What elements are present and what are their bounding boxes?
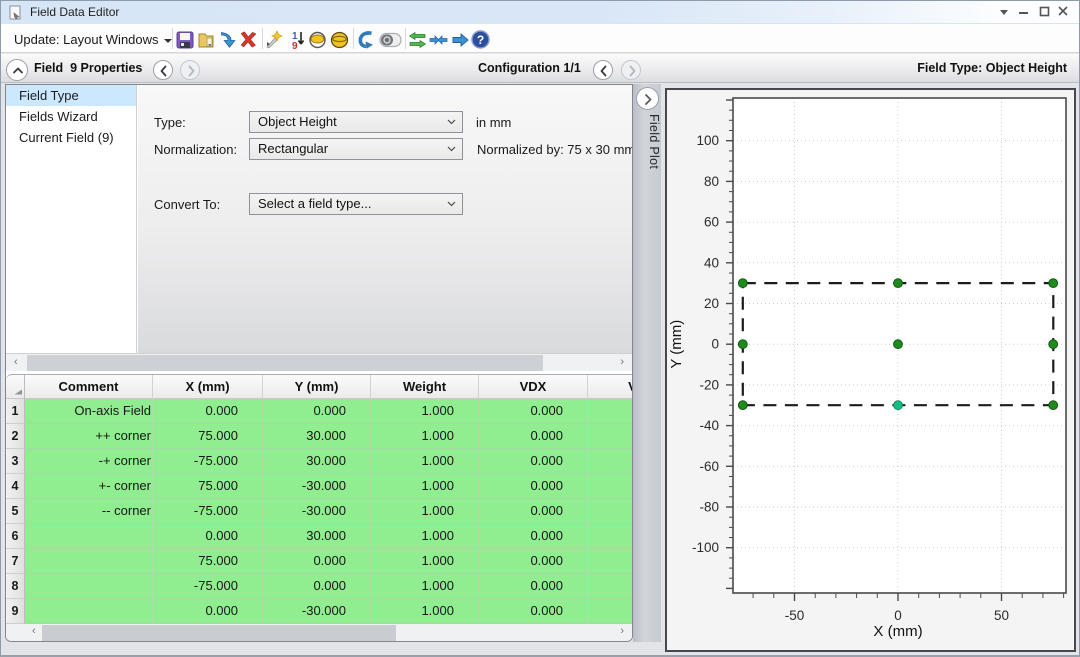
svg-text:50: 50 [994,608,1009,623]
svg-text:0: 0 [711,337,719,352]
svg-text:-60: -60 [699,459,719,474]
svg-text:-40: -40 [699,418,719,433]
svg-text:80: 80 [704,174,719,189]
svg-text:-100: -100 [692,540,719,555]
svg-text:60: 60 [704,215,719,230]
svg-text:-80: -80 [699,500,719,515]
svg-text:-50: -50 [785,608,805,623]
svg-text:Y (mm): Y (mm) [668,320,685,369]
svg-text:9: 9 [292,41,298,50]
svg-text:20: 20 [704,296,719,311]
svg-text:?: ? [477,33,484,47]
svg-text:-20: -20 [699,377,719,392]
svg-text:X (mm): X (mm) [873,623,922,640]
svg-text:40: 40 [704,255,719,270]
svg-text:0: 0 [894,608,902,623]
svg-text:100: 100 [696,133,719,148]
